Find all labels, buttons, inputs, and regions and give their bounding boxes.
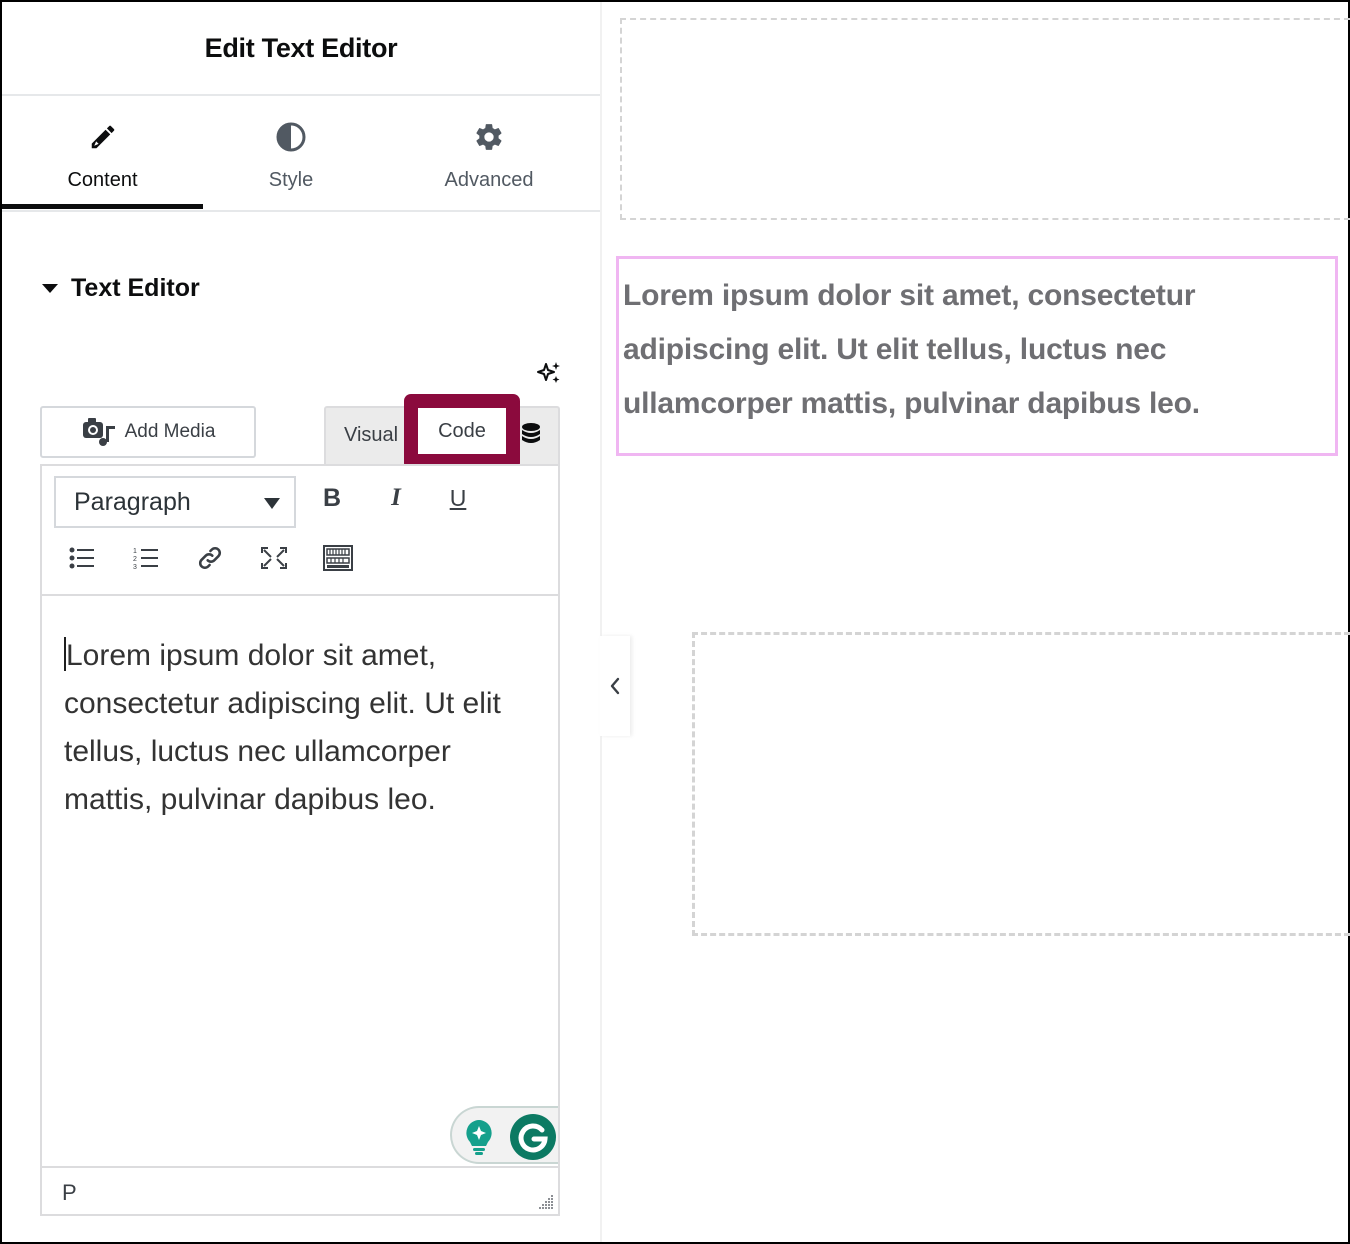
ai-sparkle-icon[interactable]: [536, 360, 562, 386]
empty-column-placeholder-top[interactable]: [620, 18, 1350, 220]
grammarly-icon: [510, 1114, 556, 1160]
svg-text:3: 3: [133, 564, 137, 570]
section-title: Text Editor: [71, 274, 200, 302]
add-media-button[interactable]: Add Media: [40, 406, 256, 458]
add-media-label: Add Media: [124, 421, 216, 442]
numbered-list-button[interactable]: 1 2 3: [126, 538, 166, 578]
format-select[interactable]: Paragraph: [54, 476, 296, 528]
collapse-panel-button[interactable]: [600, 636, 630, 736]
tab-content[interactable]: Content: [2, 96, 203, 212]
section-toggle-text-editor[interactable]: Text Editor: [42, 274, 200, 303]
dynamic-tags-icon[interactable]: [520, 422, 542, 448]
tab-advanced-label: Advanced: [444, 169, 534, 191]
tab-advanced[interactable]: Advanced: [389, 96, 589, 212]
keyboard-icon: [323, 545, 353, 571]
underline-button[interactable]: U: [438, 478, 478, 518]
wysiwyg-editor: Paragraph B I U 1 2 3 Lorem ipsum dolor …: [40, 464, 560, 1216]
tab-visual[interactable]: Visual: [344, 424, 398, 447]
numbered-list-icon: 1 2 3: [133, 548, 158, 570]
selected-text-widget[interactable]: Lorem ipsum dolor sit amet, consectetur …: [616, 256, 1338, 456]
tab-style-label: Style: [268, 169, 314, 191]
svg-text:1: 1: [133, 548, 137, 555]
lightbulb-icon: [466, 1120, 492, 1155]
link-icon: [198, 546, 222, 570]
panel-header: Edit Text Editor: [2, 2, 600, 96]
bullet-list-button[interactable]: [62, 538, 102, 578]
pencil-icon: [86, 120, 120, 154]
chevron-left-icon: [610, 677, 620, 695]
contrast-icon: [274, 120, 308, 154]
editor-content-text: Lorem ipsum dolor sit amet, consectetur …: [64, 639, 501, 816]
active-tab-indicator: [2, 204, 203, 209]
editor-content-area[interactable]: Lorem ipsum dolor sit amet, consectetur …: [64, 632, 534, 824]
preview-text: Lorem ipsum dolor sit amet, consectetur …: [623, 279, 1200, 420]
panel-tabs: Content Style Advanced: [2, 96, 600, 212]
gear-icon: [472, 120, 506, 154]
tab-code[interactable]: Code: [418, 408, 506, 454]
toolbar-toggle-button[interactable]: [318, 538, 358, 578]
grammarly-widget[interactable]: [450, 1106, 558, 1164]
resize-handle-icon[interactable]: [536, 1192, 554, 1210]
tab-style[interactable]: Style: [191, 96, 391, 212]
format-select-value: Paragraph: [74, 487, 191, 516]
bold-button[interactable]: B: [312, 478, 352, 518]
tab-content-label: Content: [67, 169, 138, 191]
editor-statusbar: P: [42, 1166, 558, 1214]
caret-down-icon: [42, 284, 58, 293]
chevron-down-icon: [264, 498, 280, 509]
link-button[interactable]: [190, 538, 230, 578]
editor-panel: Edit Text Editor Content Style Advanced …: [2, 2, 600, 1242]
add-media-icon: [82, 418, 115, 446]
bullet-list-icon: [69, 547, 94, 569]
element-path[interactable]: P: [62, 1180, 77, 1206]
empty-column-placeholder-bottom[interactable]: [692, 632, 1350, 936]
fullscreen-button[interactable]: [254, 538, 294, 578]
editor-toolbar: Paragraph B I U 1 2 3: [42, 466, 558, 596]
panel-title: Edit Text Editor: [204, 32, 398, 63]
svg-text:2: 2: [133, 556, 137, 563]
fullscreen-icon: [261, 547, 287, 569]
italic-button[interactable]: I: [376, 478, 416, 518]
panel-divider: [600, 2, 602, 1242]
